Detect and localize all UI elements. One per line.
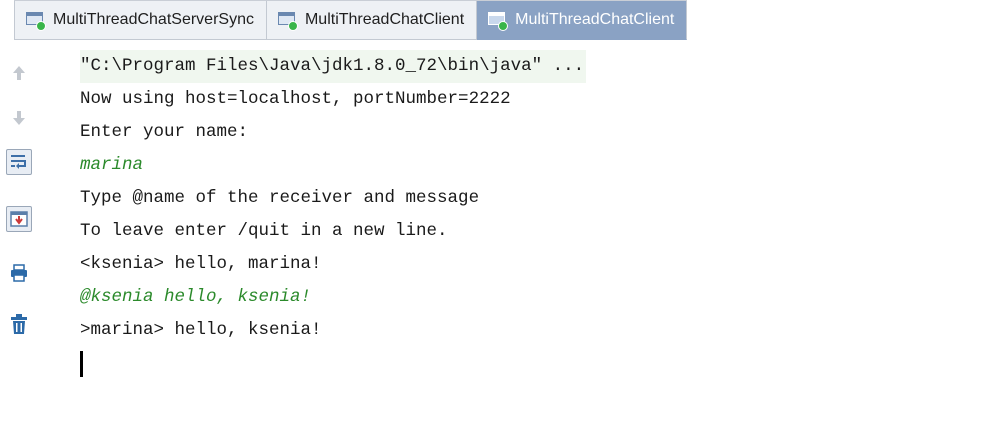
console-line: <ksenia> hello, marina!: [80, 254, 322, 274]
text-cursor[interactable]: [80, 351, 83, 377]
soft-wrap-icon[interactable]: [6, 149, 32, 175]
console-user-input: @ksenia hello, ksenia!: [80, 287, 312, 307]
arrow-down-icon[interactable]: [6, 105, 32, 131]
run-config-icon: [487, 10, 509, 31]
scroll-to-end-icon[interactable]: [6, 206, 32, 232]
tab-label: MultiThreadChatClient: [304, 11, 465, 28]
console-line: >marina> hello, ksenia!: [80, 320, 322, 340]
print-icon[interactable]: [6, 260, 32, 286]
console-output[interactable]: "C:\Program Files\Java\jdk1.8.0_72\bin\j…: [80, 50, 980, 377]
console-line: Enter your name:: [80, 122, 249, 142]
console-line: Type @name of the receiver and message: [80, 188, 480, 208]
arrow-up-icon[interactable]: [6, 60, 32, 86]
console-line: Now using host=localhost, portNumber=222…: [80, 89, 511, 109]
tab-label: MultiThreadChatServerSync: [53, 11, 254, 28]
console-line: To leave enter /quit in a new line.: [80, 221, 448, 241]
tab-multithreadchatclient-1[interactable]: MultiThreadChatClient: [266, 1, 478, 40]
tab-label: MultiThreadChatClient: [515, 11, 675, 28]
console-command-line: "C:\Program Files\Java\jdk1.8.0_72\bin\j…: [80, 50, 587, 83]
console-toolbar: [0, 40, 38, 444]
run-tab-bar: MultiThreadChatServerSync MultiThreadCha…: [0, 0, 998, 40]
run-config-icon: [277, 10, 299, 31]
run-config-icon: [25, 10, 47, 31]
tab-multithreadchatserversync[interactable]: MultiThreadChatServerSync: [14, 1, 267, 40]
console-user-input: marina: [80, 155, 144, 175]
tab-multithreadchatclient-2[interactable]: MultiThreadChatClient: [477, 1, 688, 40]
clear-all-icon[interactable]: [6, 311, 32, 337]
run-tabs: MultiThreadChatServerSync MultiThreadCha…: [14, 0, 688, 41]
